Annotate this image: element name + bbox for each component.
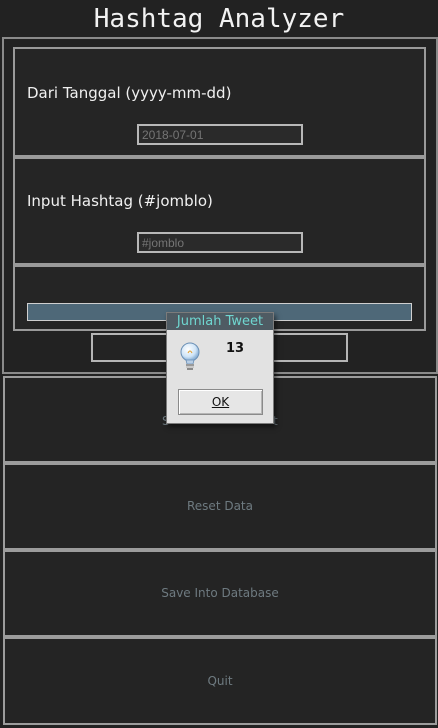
lightbulb-icon xyxy=(178,341,204,373)
hashtag-input[interactable] xyxy=(137,232,303,253)
ok-button[interactable]: OK xyxy=(178,389,263,415)
app-title: Hashtag Analyzer xyxy=(93,4,345,34)
jumlah-tweet-dialog: Jumlah Tweet 13 OK xyxy=(166,312,274,424)
hashtag-label: Input Hashtag (#jomblo) xyxy=(27,192,213,210)
save-database-button[interactable]: Save Into Database xyxy=(3,550,437,637)
date-label: Dari Tanggal (yyyy-mm-dd) xyxy=(27,84,232,102)
quit-button[interactable]: Quit xyxy=(3,637,437,725)
ok-button-label: OK xyxy=(211,395,230,409)
dialog-title: Jumlah Tweet xyxy=(167,313,273,330)
reset-data-button[interactable]: Reset Data xyxy=(3,463,437,550)
date-input[interactable] xyxy=(137,124,303,145)
tweet-count: 13 xyxy=(226,341,245,356)
